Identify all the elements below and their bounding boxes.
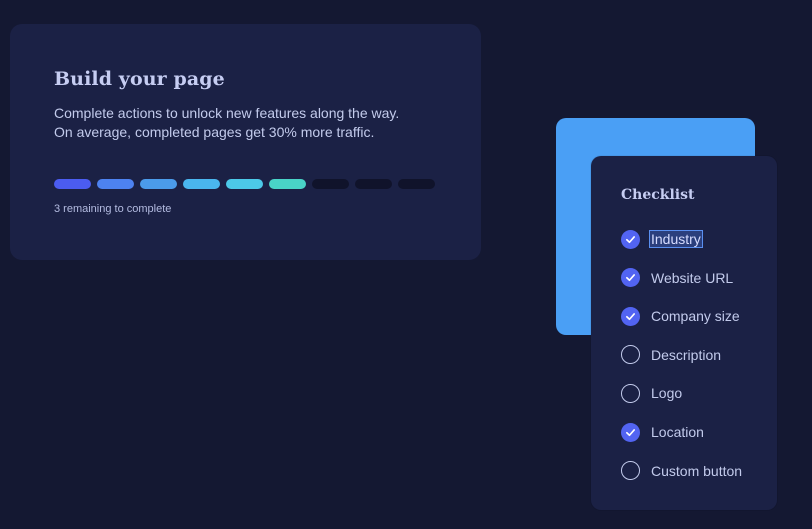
empty-circle-icon[interactable]: [621, 383, 640, 403]
checklist-item-label: Logo: [651, 385, 683, 402]
build-page-card: Build your page Complete actions to unlo…: [10, 24, 481, 260]
checkmark-circle-icon[interactable]: [621, 268, 640, 288]
build-page-description: Complete actions to unlock new features …: [54, 104, 464, 141]
build-page-title: Build your page: [54, 68, 225, 90]
progress-bar: [54, 179, 435, 189]
progress-segment-incomplete: [355, 179, 392, 189]
checklist-item-label: Industry: [649, 230, 703, 248]
checkmark-circle-icon[interactable]: [621, 422, 640, 442]
checklist-card: Checklist Industry Website URL Company siz…: [591, 156, 777, 510]
checklist-item[interactable]: Website URL: [621, 266, 734, 290]
description-line: On average, completed pages get 30% more…: [54, 123, 375, 140]
checklist-item-label: Website URL: [651, 269, 734, 286]
progress-segment-complete: [226, 179, 263, 189]
checklist-item[interactable]: Location: [621, 420, 705, 444]
checklist-item-label: Location: [651, 424, 704, 440]
checklist-item-label: Description: [651, 346, 722, 363]
checklist-title: Checklist: [621, 187, 695, 203]
checklist-item-label: Custom button: [651, 462, 743, 479]
checkmark-circle-icon[interactable]: [621, 306, 640, 326]
checklist-item[interactable]: Logo: [621, 381, 683, 405]
progress-segment-incomplete: [312, 179, 349, 189]
remaining-count-text: 3 remaining to complete: [54, 203, 172, 215]
empty-circle-icon[interactable]: [621, 345, 640, 365]
progress-segment-complete: [97, 179, 134, 189]
checkmark-circle-icon[interactable]: [621, 229, 640, 249]
progress-segment-complete: [183, 179, 220, 189]
checklist-item-label: Company size: [651, 308, 740, 325]
checklist-item[interactable]: Industry: [621, 227, 703, 251]
progress-segment-incomplete: [398, 179, 435, 189]
description-line: Complete actions to unlock new features …: [54, 105, 400, 121]
empty-circle-icon[interactable]: [621, 461, 640, 481]
checklist-item[interactable]: Custom button: [621, 459, 743, 483]
progress-segment-complete: [140, 179, 177, 189]
progress-segment-complete: [54, 179, 91, 189]
checklist-item[interactable]: Company size: [621, 304, 741, 328]
checklist-item[interactable]: Description: [621, 343, 722, 367]
progress-segment-complete: [269, 179, 306, 189]
